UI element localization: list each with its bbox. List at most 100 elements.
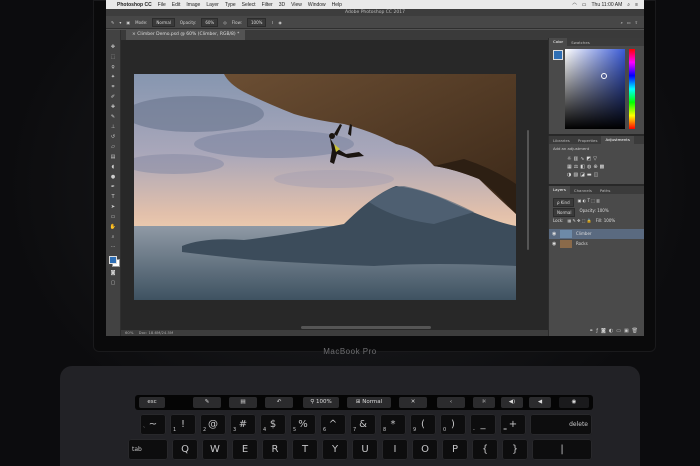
key-tilde[interactable]: ~ ` [140, 414, 166, 435]
screen-mode-icon[interactable]: ▢ [109, 280, 117, 287]
pen-tool-icon[interactable]: ✒ [109, 184, 117, 191]
blend-mode-select[interactable]: Normal [553, 208, 576, 217]
layer-fill[interactable]: Fill: 100% [596, 218, 615, 223]
type-tool-icon[interactable]: T [109, 194, 117, 201]
zoom-level[interactable]: 60% [125, 330, 133, 335]
key-7[interactable]: & 7 [350, 414, 376, 435]
menu-clock[interactable]: Thu 11:00 AM [592, 2, 623, 8]
tab-adjustments[interactable]: Adjustments [601, 136, 634, 144]
tab-channels[interactable]: Channels [570, 188, 596, 193]
key-6[interactable]: ^ 6 [320, 414, 346, 435]
shape-tool-icon[interactable]: ▭ [109, 214, 117, 221]
wifi-icon[interactable]: ◠ [572, 2, 576, 8]
vibrance-icon[interactable]: ▽ [593, 156, 599, 162]
tab-swatches[interactable]: Swatches [567, 40, 594, 45]
key-e[interactable]: E [232, 439, 258, 460]
layer-opacity[interactable]: Opacity: 100% [579, 208, 608, 217]
touchbar-layers-icon[interactable]: ▤ [229, 397, 257, 408]
tab-layers[interactable]: Layers [549, 186, 570, 194]
layer-row-climber[interactable]: ◉ Climber [549, 229, 644, 239]
selective-color-icon[interactable]: ◫ [594, 172, 601, 178]
gradient-map-icon[interactable]: ▬ [587, 172, 594, 178]
airbrush-icon[interactable]: ⌇ [271, 20, 273, 25]
clone-stamp-tool-icon[interactable]: ⊥ [109, 124, 117, 131]
black-white-icon[interactable]: ◧ [580, 164, 587, 170]
key-bracket-right[interactable]: } [502, 439, 528, 460]
key-o[interactable]: O [412, 439, 438, 460]
key-q[interactable]: Q [172, 439, 198, 460]
brush-preset-picker[interactable]: ▾ [119, 20, 121, 25]
key-4[interactable]: $4 [260, 414, 286, 435]
pressure-size-icon[interactable]: ◉ [278, 20, 282, 25]
lock-icons[interactable]: ▦ ✎ ✥ ⬚ 🔒 [567, 218, 591, 223]
hand-tool-icon[interactable]: ✋ [109, 224, 117, 231]
touchbar-close-icon[interactable]: ✕ [399, 397, 427, 408]
touchbar-brush-icon[interactable]: ✎ [193, 397, 221, 408]
touchbar-esc[interactable]: esc [139, 397, 165, 408]
key-5[interactable]: % 5 [290, 414, 316, 435]
key-9[interactable]: (9 [410, 414, 436, 435]
layer-kind-filter[interactable]: ρ Kind [553, 198, 574, 207]
menu-select[interactable]: Select [242, 2, 256, 8]
gradient-tool-icon[interactable]: ▤ [109, 154, 117, 161]
brush-tool-icon[interactable]: ✎ [109, 114, 117, 121]
crop-tool-icon[interactable]: ⌗ [109, 84, 117, 91]
flow-field[interactable]: 100% [247, 17, 267, 27]
key-0[interactable]: ) 0 [440, 414, 466, 435]
eye-icon[interactable]: ◉ [552, 229, 556, 239]
menu-file[interactable]: File [158, 2, 166, 8]
hue-slider[interactable] [629, 49, 635, 129]
menu-edit[interactable]: Edit [172, 2, 181, 8]
hue-saturation-icon[interactable]: ▦ [567, 164, 574, 170]
search-icon[interactable]: ⌕ [621, 20, 623, 25]
key-8[interactable]: * 8 [380, 414, 406, 435]
eyedropper-tool-icon[interactable]: ✐ [109, 94, 117, 101]
healing-tool-icon[interactable]: ✚ [109, 104, 117, 111]
eye-icon[interactable]: ◉ [552, 239, 556, 249]
eraser-tool-icon[interactable]: ▱ [109, 144, 117, 151]
menu-app-name[interactable]: Photoshop CC [117, 2, 152, 8]
canvas-vertical-scrollbar[interactable] [527, 130, 529, 250]
search-icon[interactable]: ⌕ [627, 2, 630, 8]
color-lookup-icon[interactable]: ▩ [600, 164, 607, 170]
quick-mask-icon[interactable]: ◙ [109, 270, 117, 277]
menu-3d[interactable]: 3D [279, 2, 285, 8]
touchbar-mute-icon[interactable]: ◀ [529, 397, 551, 408]
opacity-field[interactable]: 60% [201, 17, 219, 27]
dodge-tool-icon[interactable]: ● [109, 174, 117, 181]
menu-list-icon[interactable]: ≡ [635, 2, 638, 8]
mode-select[interactable]: Normal [152, 17, 175, 27]
touchbar-brightness-icon[interactable]: ☼ [473, 397, 495, 408]
color-field[interactable] [565, 49, 625, 129]
tab-paths[interactable]: Paths [596, 188, 615, 193]
key-bracket-left[interactable]: { [472, 439, 498, 460]
menu-help[interactable]: Help [332, 2, 342, 8]
key-2[interactable]: @2 [200, 414, 226, 435]
trash-icon[interactable]: 🗑 [632, 328, 641, 334]
touchbar-undo-icon[interactable]: ↶ [265, 397, 293, 408]
touchbar-blend-mode[interactable]: ⊞ Normal [347, 397, 391, 408]
menu-layer[interactable]: Layer [206, 2, 219, 8]
menu-filter[interactable]: Filter [262, 2, 273, 8]
path-select-tool-icon[interactable]: ➤ [109, 204, 117, 211]
tab-properties[interactable]: Properties [574, 138, 602, 143]
menu-window[interactable]: Window [308, 2, 326, 8]
canvas-scrollbar[interactable] [301, 326, 431, 329]
key-equals[interactable]: + = [500, 414, 526, 435]
document-size[interactable]: Doc: 18.6M/24.5M [139, 330, 174, 335]
key-minus[interactable]: _ - [470, 414, 496, 435]
brush-tool-icon[interactable]: ✎ [111, 20, 114, 25]
menu-image[interactable]: Image [186, 2, 200, 8]
touchbar-zoom-control[interactable]: ⚲ 100% [303, 397, 339, 408]
menu-view[interactable]: View [291, 2, 302, 8]
zoom-tool-icon[interactable]: ⌕ [109, 234, 117, 241]
move-tool-icon[interactable]: ✥ [109, 44, 117, 51]
key-t[interactable]: T [292, 439, 318, 460]
history-brush-tool-icon[interactable]: ↺ [109, 134, 117, 141]
document-tab[interactable]: × Climber Demo.psd @ 60% (Climber, RGB/8… [126, 30, 246, 40]
blur-tool-icon[interactable]: ◖ [109, 164, 117, 171]
foreground-swatch[interactable] [553, 50, 563, 60]
key-u[interactable]: U [352, 439, 378, 460]
key-y[interactable]: Y [322, 439, 348, 460]
key-p[interactable]: P [442, 439, 468, 460]
